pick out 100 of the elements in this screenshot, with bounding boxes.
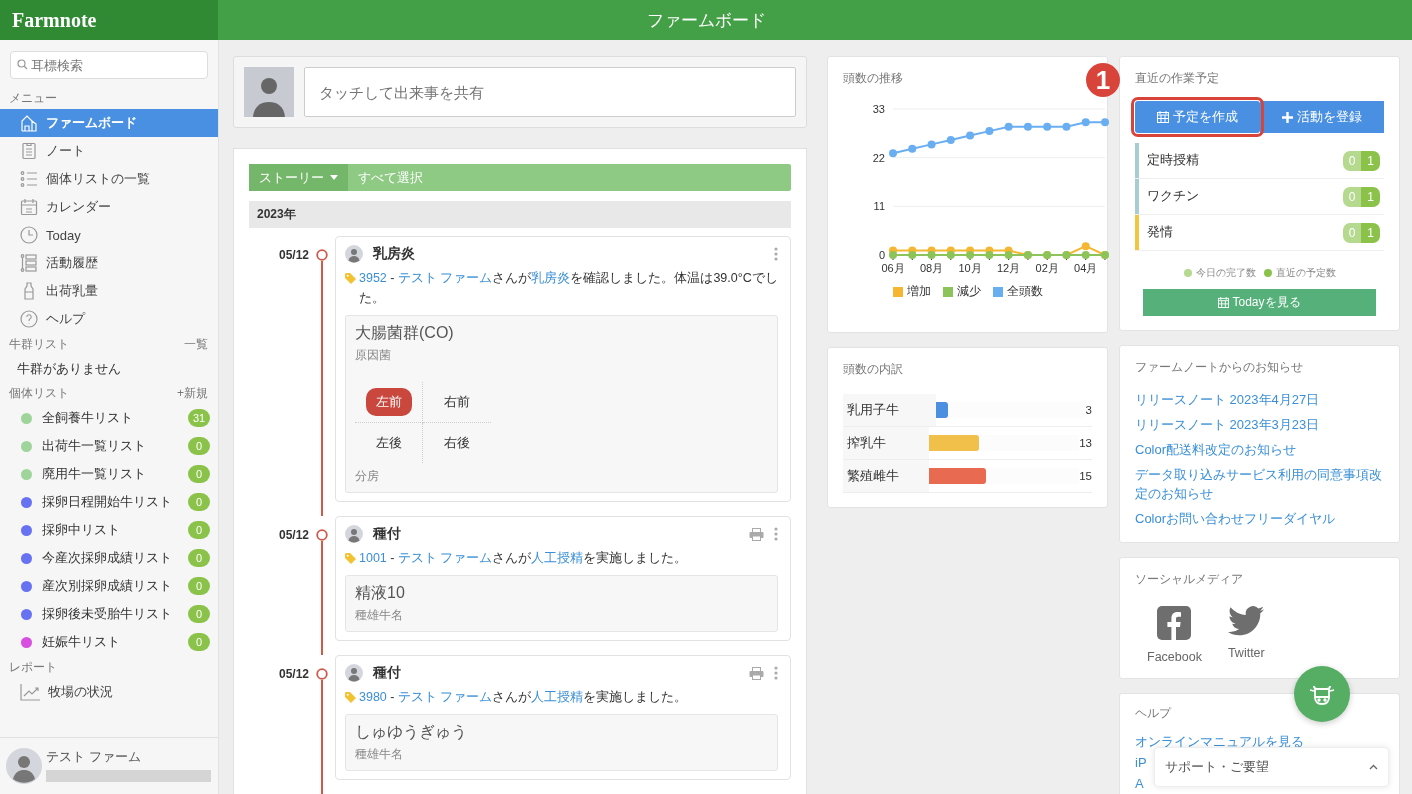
social-link[interactable]: Facebook [1147,606,1202,664]
event-title: 種付 [373,664,401,682]
data-point [1081,118,1090,127]
section-heading: 牛群リスト [9,335,69,353]
task-label: 発情 [1147,224,1174,241]
task-row[interactable]: ワクチン 0 1 [1135,179,1384,215]
list-item[interactable]: 廃用牛一覧リスト 0 [0,460,218,488]
data-point [1081,242,1090,251]
legend-label: 今日の完了数 [1195,266,1256,280]
text-link[interactable]: 3980 [359,690,387,704]
planned-count: 1 [1361,222,1380,243]
news-link[interactable]: リリースノート 2023年3月23日 [1135,415,1320,434]
done-count: 0 [1342,150,1362,171]
menu-item[interactable]: 個体リストの一覧 [0,165,218,193]
news-link[interactable]: データ取り込みサービス利用の同意事項改定のお知らせ [1135,465,1384,503]
text-link[interactable]: テスト ファーム [397,690,493,704]
clock-icon [19,225,39,245]
text-link[interactable]: 人工授精 [531,690,584,704]
legend-swatch [992,286,1003,297]
menu-item[interactable]: ヘルプ [0,305,218,333]
detail-value: 大腸菌群(CO) [355,323,455,343]
tag-icon [345,553,357,564]
card-title: 頭数の内訳 [843,361,904,378]
menu-item[interactable]: 活動履歴 [0,249,218,277]
bird-icon [1228,606,1265,636]
support-panel[interactable]: サポート・ご要望 [1154,747,1389,787]
count-badge: 0 [188,465,210,483]
detail-value: 精液10 [355,583,406,603]
user-name: テスト ファーム [46,748,142,766]
legend-swatch [942,286,953,297]
data-point [927,140,936,149]
timeline-node-icon [316,249,328,261]
list-item[interactable]: 妊娠牛リスト 0 [0,628,218,656]
data-point [889,149,897,158]
list-item[interactable]: 採卵後未受胎牛リスト 0 [0,600,218,628]
text-link[interactable]: 人工授精 [531,551,584,565]
list-item[interactable]: 採卵日程開始牛リスト 0 [0,488,218,516]
planned-count: 1 [1361,186,1380,207]
note-icon [19,141,39,161]
facebook-icon [1157,606,1192,640]
axis-label: 08月 [919,262,944,274]
detail-label: 種雄牛名 [355,607,404,624]
chart-icon [19,682,41,702]
avatar-icon [345,664,363,682]
more-icon[interactable] [774,247,778,261]
printer-icon[interactable] [749,527,764,541]
help-link[interactable]: A [1135,774,1144,793]
task-row[interactable]: 定時授精 0 1 [1135,143,1384,179]
barn-icon [19,113,39,133]
data-point [908,144,917,153]
today-button[interactable]: Todayを見る [1143,289,1376,316]
list-item[interactable]: 採卵中リスト 0 [0,516,218,544]
legend-label: 増加 [906,283,931,300]
story-dropdown[interactable]: ストーリー [249,164,348,191]
menu-item[interactable]: 牧場の状況 [0,678,218,706]
menu-item[interactable]: Today [0,221,218,249]
count-badge: 0 [188,437,210,455]
menu-item[interactable]: ファームボード [0,109,218,137]
data-point [1004,122,1013,131]
list-item[interactable]: 出荷牛一覧リスト 0 [0,432,218,460]
text-link[interactable]: テスト ファーム [397,551,493,565]
calendar-icon [1156,111,1169,123]
menu-item[interactable]: カレンダー [0,193,218,221]
post-field[interactable]: タッチして出来事を共有 [304,67,796,117]
text-link[interactable]: 1001 [359,551,387,565]
menu-item[interactable]: 出荷乳量 [0,277,218,305]
more-icon[interactable] [774,527,778,541]
list-item[interactable]: 産次別採卵成績リスト 0 [0,572,218,600]
news-link[interactable]: リリースノート 2023年4月27日 [1135,390,1320,409]
axis-label: 11 [873,200,885,213]
menu-item[interactable]: ノート [0,137,218,165]
news-link[interactable]: Color配送料改定のお知らせ [1135,440,1297,459]
entry-date: 05/12 [277,666,309,683]
news-link[interactable]: Colorお問い合わせフリーダイヤル [1135,509,1336,528]
action-button[interactable]: 活動を登録 [1259,101,1384,133]
social-link[interactable]: Twitter [1227,606,1265,664]
list-item[interactable]: 全飼養牛リスト 31 [0,404,218,432]
section-heading: レポート [9,658,57,676]
search-field[interactable]: 耳標検索 [10,51,208,79]
row-count: 15 [1079,470,1092,482]
card-title: 直近の作業予定 [1135,70,1220,87]
printer-icon[interactable] [749,666,764,680]
text-link[interactable]: テスト ファーム [397,271,493,285]
help-link[interactable]: iP [1135,753,1147,772]
social-label: Facebook [1147,650,1202,664]
section-link[interactable]: 一覧 [184,335,208,353]
task-row[interactable]: 発情 0 1 [1135,215,1384,251]
calendar-icon [19,197,39,217]
axis-label: 02月 [1035,262,1059,274]
entry-date: 05/12 [277,527,309,544]
axis-label: 0 [878,249,885,261]
avatar-icon [244,67,294,117]
text-link[interactable]: 3952 [359,271,387,285]
count-badge: 0 [188,493,210,511]
section-link[interactable]: +新規 [177,384,208,402]
caret-icon [330,175,338,180]
more-icon[interactable] [774,666,778,680]
count-badge: 0 [188,633,210,651]
text-link[interactable]: 乳房炎 [531,271,571,285]
list-item[interactable]: 今産次採卵成績リスト 0 [0,544,218,572]
